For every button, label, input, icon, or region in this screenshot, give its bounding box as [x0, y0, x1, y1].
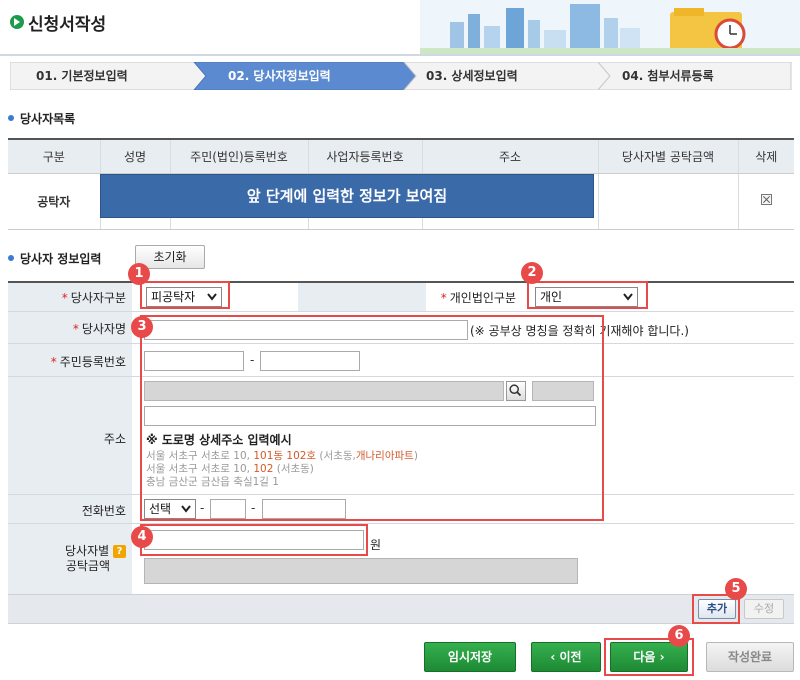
annotation-badge: 4 — [131, 526, 153, 548]
prev-button[interactable]: ‹ 이전 — [531, 642, 601, 672]
annotation-badge: 2 — [521, 262, 543, 284]
address-label: 주소 — [103, 432, 126, 446]
amount-korean-display — [144, 558, 578, 584]
info-banner: 앞 단계에 입력한 정보가 보여짐 — [100, 174, 594, 218]
edit-button[interactable]: 수정 — [744, 599, 784, 619]
party-input-title: 당사자 정보입력 — [20, 252, 102, 266]
step-4: 04. 첨부서류등록 — [622, 69, 714, 83]
header-divider — [0, 54, 800, 56]
col-header: 사업자등록번호 — [308, 138, 423, 174]
step-3: 03. 상세정보입력 — [426, 69, 518, 83]
person-corp-label: * 개인법인구분 — [440, 291, 516, 305]
annotation-badge: 3 — [131, 316, 153, 338]
col-header: 주민(법인)등록번호 — [170, 138, 309, 174]
title-bullet-icon — [10, 15, 24, 29]
amount-unit: 원 — [370, 538, 382, 552]
section-bullet-icon — [8, 115, 14, 121]
complete-button[interactable]: 작성완료 — [706, 642, 794, 672]
step-2-active: 02. 당사자정보입력 — [228, 69, 331, 83]
step-1: 01. 기본정보입력 — [36, 69, 128, 83]
annotation-badge: 6 — [668, 625, 690, 647]
label-cell — [298, 283, 426, 311]
amount-label-line2: 공탁금액 — [65, 559, 110, 573]
party-name-label: * 당사자명 — [72, 322, 126, 336]
row-divider — [8, 311, 794, 312]
delete-icon[interactable] — [760, 194, 772, 205]
col-header: 삭제 — [738, 138, 794, 174]
step-progress: 01. 기본정보입력 02. 당사자정보입력 03. 상세정보입력 04. 첨부… — [10, 62, 792, 90]
help-icon[interactable]: ? — [113, 545, 126, 558]
party-type-cell: 공탁자 — [8, 173, 101, 230]
rrn-label: * 주민등록번호 — [50, 355, 126, 369]
annotation-box — [527, 281, 648, 309]
annotation-box — [140, 281, 230, 309]
city-skyline-illustration — [420, 0, 800, 54]
page-header: 신청서작성 — [0, 0, 800, 56]
page-title: 신청서작성 — [28, 15, 107, 35]
col-header: 구분 — [8, 138, 101, 174]
delete-cell[interactable] — [738, 173, 794, 230]
row-action-bar — [8, 594, 794, 624]
party-type-label: * 당사자구분 — [61, 291, 126, 305]
phone-label: 전화번호 — [81, 504, 126, 518]
annotation-badge: 1 — [128, 263, 150, 285]
annotation-box — [140, 524, 368, 556]
col-header: 성명 — [100, 138, 171, 174]
annotation-badge: 5 — [725, 578, 747, 600]
section-bullet-icon — [8, 255, 14, 261]
row-divider — [8, 523, 794, 524]
temp-save-button[interactable]: 임시저장 — [424, 642, 516, 672]
col-header: 주소 — [422, 138, 599, 174]
col-header: 당사자별 공탁금액 — [598, 138, 739, 174]
annotation-box — [140, 315, 604, 521]
party-list-title: 당사자목록 — [20, 112, 76, 126]
